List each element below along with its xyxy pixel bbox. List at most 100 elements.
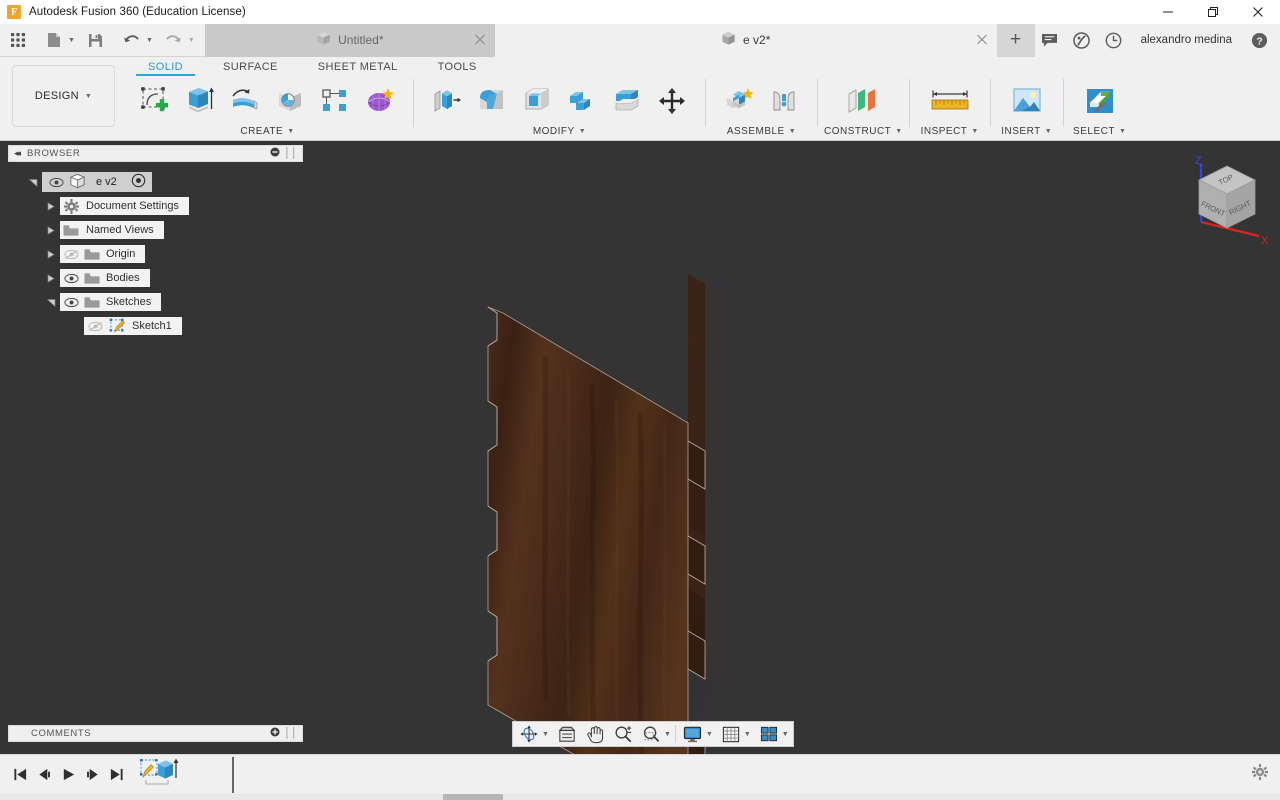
tree-row-document-settings[interactable]: Document Settings bbox=[8, 194, 303, 218]
zoom-window-dropdown-caret[interactable]: ▼ bbox=[664, 731, 671, 738]
create-form-icon[interactable] bbox=[359, 79, 401, 123]
close-button[interactable] bbox=[1235, 0, 1280, 24]
hole-icon[interactable] bbox=[269, 79, 311, 123]
ribbon-group-label-modify[interactable]: MODIFY ▼ bbox=[533, 124, 586, 139]
play-button[interactable] bbox=[56, 760, 80, 790]
help-question-icon[interactable]: ? bbox=[1244, 25, 1274, 55]
minimize-button[interactable] bbox=[1145, 0, 1190, 24]
save-icon[interactable] bbox=[83, 27, 109, 53]
step-back-button[interactable] bbox=[32, 760, 56, 790]
zoom-window-icon[interactable] bbox=[639, 722, 663, 746]
document-tab-close-icon[interactable] bbox=[474, 34, 485, 47]
step-forward-button[interactable] bbox=[80, 760, 104, 790]
tree-row-sketches[interactable]: Sketches bbox=[8, 290, 303, 314]
select-icon[interactable] bbox=[1076, 79, 1124, 123]
ribbon-group-label-assemble[interactable]: ASSEMBLE ▼ bbox=[727, 124, 796, 139]
ribbon-group-label-select[interactable]: SELECT ▼ bbox=[1073, 124, 1126, 139]
collapse-arrow-icon[interactable] bbox=[42, 298, 60, 307]
add-comment-icon[interactable] bbox=[270, 727, 280, 740]
fillet-icon[interactable] bbox=[471, 79, 513, 123]
visibility-eye-icon[interactable] bbox=[60, 273, 82, 284]
press-pull-icon[interactable] bbox=[426, 79, 468, 123]
move-copy-icon[interactable] bbox=[651, 79, 693, 123]
tree-row-component[interactable]: e v2 bbox=[8, 170, 303, 194]
timeline-settings-gear-icon[interactable] bbox=[1252, 764, 1268, 785]
expand-arrow-icon[interactable] bbox=[24, 178, 42, 187]
redo-dropdown-caret[interactable]: ▼ bbox=[188, 37, 195, 44]
visibility-eye-icon[interactable] bbox=[45, 177, 67, 188]
panel-grip-icon[interactable]: ││ bbox=[284, 148, 298, 159]
ribbon-tab-solid[interactable]: SOLID bbox=[128, 57, 203, 76]
new-file-icon[interactable] bbox=[41, 27, 67, 53]
document-tab-close-icon[interactable] bbox=[976, 34, 987, 47]
ribbon-group-label-inspect[interactable]: INSPECT ▼ bbox=[921, 124, 979, 139]
document-tab-e-v2[interactable]: e v2* bbox=[494, 23, 997, 57]
rectangular-pattern-icon[interactable] bbox=[314, 79, 356, 123]
activate-component-radio[interactable] bbox=[131, 173, 146, 191]
revolve-icon[interactable] bbox=[224, 79, 266, 123]
account-username[interactable]: alexandro medina bbox=[1131, 34, 1242, 46]
undo-icon[interactable] bbox=[119, 27, 145, 53]
viewports-dropdown-caret[interactable]: ▼ bbox=[782, 731, 789, 738]
visibility-hidden-eye-icon[interactable] bbox=[84, 321, 106, 332]
ribbon-group-label-insert[interactable]: INSERT ▼ bbox=[1001, 124, 1052, 139]
tree-row-sketch1[interactable]: Sketch1 bbox=[8, 314, 303, 338]
viewports-icon[interactable] bbox=[757, 722, 781, 746]
pan-icon[interactable] bbox=[583, 722, 607, 746]
app-grid-icon[interactable] bbox=[5, 27, 31, 53]
timeline-playhead-marker[interactable] bbox=[232, 757, 234, 793]
ribbon-tab-tools[interactable]: TOOLS bbox=[418, 57, 497, 76]
tree-row-named-views[interactable]: Named Views bbox=[8, 218, 303, 242]
component-chip[interactable]: e v2 bbox=[42, 172, 152, 192]
tree-item[interactable]: Sketch1 bbox=[84, 317, 182, 335]
view-cube[interactable]: Z X TOP FRONT RIGHT bbox=[1175, 150, 1275, 255]
expand-arrow-icon[interactable] bbox=[42, 249, 60, 259]
expand-arrow-icon[interactable] bbox=[42, 201, 60, 211]
new-file-dropdown-caret[interactable]: ▼ bbox=[68, 37, 75, 44]
maximize-button[interactable] bbox=[1190, 0, 1235, 24]
joint-icon[interactable] bbox=[763, 79, 805, 123]
tree-row-bodies[interactable]: Bodies bbox=[8, 266, 303, 290]
minimize-panel-icon[interactable] bbox=[270, 147, 280, 160]
visibility-hidden-eye-icon[interactable] bbox=[60, 249, 82, 260]
new-document-tab-button[interactable]: + bbox=[996, 23, 1035, 57]
orbit-dropdown-caret[interactable]: ▼ bbox=[542, 731, 549, 738]
workspace-selector[interactable]: DESIGN ▼ bbox=[12, 65, 115, 127]
display-settings-dropdown-caret[interactable]: ▼ bbox=[706, 731, 713, 738]
look-at-icon[interactable] bbox=[555, 722, 579, 746]
create-sketch-icon[interactable] bbox=[134, 79, 176, 123]
tree-item[interactable]: Sketches bbox=[60, 293, 162, 311]
display-settings-icon[interactable] bbox=[680, 722, 705, 746]
ribbon-tab-surface[interactable]: SURFACE bbox=[203, 57, 298, 76]
shell-icon[interactable] bbox=[516, 79, 558, 123]
horizontal-scrollbar[interactable] bbox=[0, 794, 1280, 800]
new-component-icon[interactable] bbox=[718, 79, 760, 123]
offset-plane-icon[interactable] bbox=[838, 79, 888, 123]
go-to-beginning-button[interactable] bbox=[8, 760, 32, 790]
panel-grip-icon[interactable]: ││ bbox=[284, 728, 298, 739]
recent-activity-icon[interactable] bbox=[1099, 25, 1129, 55]
orbit-icon[interactable] bbox=[517, 722, 541, 746]
grid-snap-icon[interactable] bbox=[719, 722, 743, 746]
combine-icon[interactable] bbox=[561, 79, 603, 123]
tree-item[interactable]: Origin bbox=[60, 245, 146, 263]
document-tab-untitled[interactable]: Untitled* bbox=[204, 23, 495, 57]
expand-arrow-icon[interactable] bbox=[42, 225, 60, 235]
tree-item[interactable]: Document Settings bbox=[60, 197, 189, 215]
help-circle-icon[interactable] bbox=[1067, 25, 1097, 55]
measure-icon[interactable] bbox=[922, 79, 978, 123]
grid-snap-dropdown-caret[interactable]: ▼ bbox=[744, 731, 751, 738]
visibility-eye-icon[interactable] bbox=[60, 297, 82, 308]
insert-canvas-image-icon[interactable] bbox=[1003, 79, 1051, 123]
tree-item[interactable]: Bodies bbox=[60, 269, 150, 287]
extrude-icon[interactable] bbox=[179, 79, 221, 123]
tree-item[interactable]: Named Views bbox=[60, 221, 164, 239]
ribbon-tab-sheet-metal[interactable]: SHEET METAL bbox=[298, 57, 418, 76]
ribbon-group-label-create[interactable]: CREATE ▼ bbox=[240, 124, 294, 139]
tree-row-origin[interactable]: Origin bbox=[8, 242, 303, 266]
go-to-end-button[interactable] bbox=[104, 760, 128, 790]
collapse-panel-icon[interactable]: ◂◂ bbox=[14, 148, 21, 159]
comments-icon[interactable] bbox=[1035, 25, 1065, 55]
ribbon-group-label-construct[interactable]: CONSTRUCT ▼ bbox=[824, 124, 903, 139]
zoom-icon[interactable] bbox=[611, 722, 635, 746]
